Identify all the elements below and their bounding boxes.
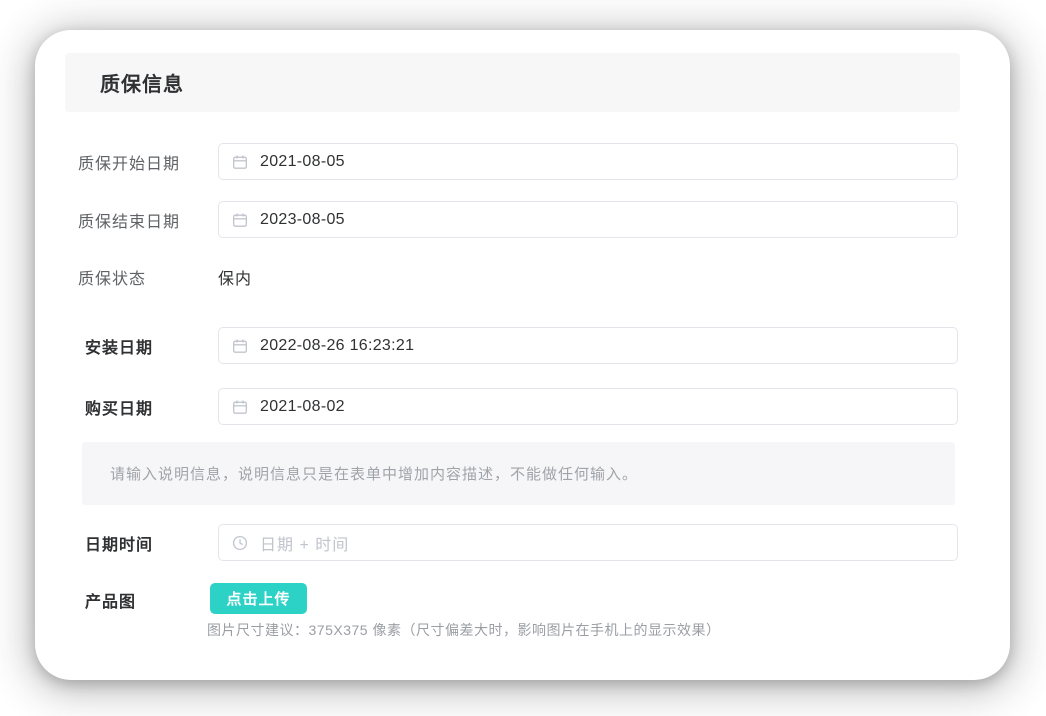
- row-install-date: 安装日期 2022-08-26 16:23:21: [85, 327, 958, 364]
- purchase-date-label: 购买日期: [85, 395, 218, 419]
- install-date-label: 安装日期: [85, 334, 218, 358]
- warranty-start-label: 质保开始日期: [78, 150, 218, 174]
- warranty-end-input[interactable]: 2023-08-05: [218, 201, 958, 238]
- warranty-status-value: 保内: [218, 265, 252, 289]
- row-warranty-start: 质保开始日期 2021-08-05: [78, 143, 958, 180]
- datetime-label: 日期时间: [85, 531, 218, 555]
- calendar-icon: [232, 399, 248, 415]
- warranty-start-value: 2021-08-05: [260, 153, 345, 171]
- install-date-input[interactable]: 2022-08-26 16:23:21: [218, 327, 958, 364]
- purchase-date-input[interactable]: 2021-08-02: [218, 388, 958, 425]
- description-note-bar: 请输入说明信息，说明信息只是在表单中增加内容描述，不能做任何输入。: [82, 442, 955, 505]
- datetime-input[interactable]: 日期 + 时间: [218, 524, 958, 561]
- product-image-label: 产品图: [85, 588, 210, 612]
- row-warranty-status: 质保状态 保内: [78, 266, 252, 288]
- row-warranty-end: 质保结束日期 2023-08-05: [78, 201, 958, 238]
- description-note-text: 请输入说明信息，说明信息只是在表单中增加内容描述，不能做任何输入。: [110, 463, 638, 484]
- section-header: 质保信息: [65, 53, 960, 112]
- purchase-date-value: 2021-08-02: [260, 398, 345, 416]
- clock-icon: [232, 535, 248, 551]
- upload-button[interactable]: 点击上传: [210, 583, 307, 614]
- datetime-placeholder: 日期 + 时间: [260, 531, 349, 555]
- row-datetime: 日期时间 日期 + 时间: [85, 524, 958, 561]
- warranty-end-label: 质保结束日期: [78, 208, 218, 232]
- warranty-start-input[interactable]: 2021-08-05: [218, 143, 958, 180]
- warranty-status-label: 质保状态: [78, 265, 218, 289]
- calendar-icon: [232, 338, 248, 354]
- upload-hint-text: 图片尺寸建议：375X375 像素（尺寸偏差大时，影响图片在手机上的显示效果）: [207, 620, 720, 640]
- install-date-value: 2022-08-26 16:23:21: [260, 337, 414, 355]
- warranty-end-value: 2023-08-05: [260, 211, 345, 229]
- warranty-info-card: 质保信息 质保开始日期 2021-08-05 质保结束日期: [35, 30, 1010, 680]
- section-title: 质保信息: [100, 68, 184, 97]
- calendar-icon: [232, 212, 248, 228]
- row-purchase-date: 购买日期 2021-08-02: [85, 388, 958, 425]
- row-product-image: 产品图 点击上传: [85, 579, 307, 614]
- calendar-icon: [232, 154, 248, 170]
